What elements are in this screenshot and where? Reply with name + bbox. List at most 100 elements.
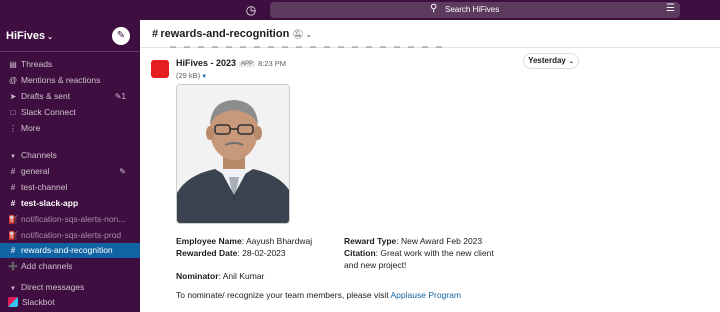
channel-title[interactable]: # rewards-and-recognition 🔕︎ ⌄ (152, 28, 312, 40)
chevron-down-icon: ⌄ (305, 32, 312, 39)
sidebar-item-label: Add channels (21, 261, 73, 271)
hash-icon: # (10, 183, 16, 192)
rewarded-date-label: Rewarded Date (176, 248, 238, 258)
clock-icon[interactable]: ◷ (244, 3, 258, 17)
sidebar-item-slack-connect[interactable]: □ Slack Connect (0, 105, 140, 120)
reward-type: New Award Feb 2023 (401, 236, 483, 246)
sidebar-item-slackbot[interactable]: Slackbot (0, 295, 140, 310)
sidebar-item-label: rewards-and-recognition (21, 245, 113, 255)
workspace-name: HiFives (6, 30, 46, 42)
sidebar-item-label: Slackbot (22, 297, 55, 307)
employee-name: Aayush Bhardwaj (245, 236, 313, 246)
reward-details-left: Employee Name: Aayush Bhardwaj Rewarded … (176, 235, 336, 259)
at-icon: @ (8, 76, 18, 85)
dm-header[interactable]: ▼ Direct messages (0, 280, 140, 295)
dm-header-label: Direct messages (21, 282, 85, 292)
sidebar-item-label: Drafts & sent (21, 91, 71, 101)
sidebar-item-label: notification-sqs-alerts-non... (21, 214, 126, 224)
reward-details-right: Reward Type: New Award Feb 2023 Citation… (344, 235, 504, 271)
rewarded-date-row: Rewarded Date: 28-02-2023 (176, 248, 286, 258)
hash-icon: # (10, 246, 16, 255)
sidebar-item-more[interactable]: ⋮ More (0, 121, 140, 136)
channel-name: rewards-and-recognition (160, 28, 290, 40)
threads-icon: ▤ (9, 60, 17, 69)
send-icon: ➤ (9, 92, 17, 101)
message-time[interactable]: 8:23 PM (258, 59, 286, 68)
employee-name-row: Employee Name: Aayush Bhardwaj (176, 236, 313, 246)
employee-name-label: Employee Name (176, 236, 242, 246)
sidebar-item-label: general (21, 166, 50, 176)
sidebar-item-test-channel[interactable]: # test-channel (0, 180, 140, 195)
sidebar-item-sqs-alerts-prod[interactable]: ⛽ notification-sqs-alerts-prod (0, 228, 140, 243)
file-size[interactable]: (29 kB)▼ (176, 71, 207, 80)
sidebar-item-test-slack-app[interactable]: # test-slack-app (0, 196, 140, 211)
sidebar-item-label: Mentions & reactions (21, 75, 101, 85)
more-icon: ⋮ (9, 124, 17, 133)
rewarded-date: 28-02-2023 (242, 248, 286, 258)
sidebar-item-label: test-slack-app (21, 198, 79, 208)
footer-text: To nominate/ recognize your team members… (176, 290, 389, 300)
channel-view: # rewards-and-recognition 🔕︎ ⌄ Yesterday ⌄ … (140, 20, 720, 312)
channels-header[interactable]: ▼ Channels (0, 148, 140, 163)
hash-icon: # (10, 199, 16, 208)
pencil-icon: ✎ (119, 167, 126, 176)
connect-icon: □ (10, 108, 16, 117)
search-placeholder: Search HiFives (445, 5, 500, 14)
clipped-previous-message (170, 46, 450, 48)
applause-program-link[interactable]: Applause Program (391, 290, 461, 300)
channels-header-label: Channels (21, 150, 57, 160)
sidebar-item-threads[interactable]: ▤ Threads (0, 57, 140, 72)
chevron-down-icon: ⌄ (568, 59, 574, 65)
sender-name[interactable]: HiFives - 2023 (176, 58, 236, 68)
sidebar-item-label: notification-sqs-alerts-prod (21, 230, 122, 240)
workspace-switcher[interactable]: HiFives ⌄ (6, 30, 53, 42)
employee-photo-illustration (177, 85, 289, 223)
sidebar-item-rewards-and-recognition[interactable]: # rewards-and-recognition (0, 243, 140, 258)
channel-header: # rewards-and-recognition 🔕︎ ⌄ (140, 20, 720, 48)
sidebar-item-drafts[interactable]: ➤ Drafts & sent ✎1 (0, 89, 140, 104)
lock-icon: ⛽ (8, 231, 18, 240)
sidebar-item-mentions[interactable]: @ Mentions & reactions (0, 73, 140, 88)
nominator-label: Nominator (176, 271, 219, 281)
message-header: HiFives - 2023 APP 8:23 PM (176, 58, 286, 68)
search-bar[interactable]: ⚲ Search HiFives ☰ (270, 2, 680, 18)
pencil-icon: ✎ (114, 92, 122, 101)
drafts-count: ✎1 (115, 89, 126, 104)
mute-bell-icon: 🔕︎ (292, 29, 304, 39)
compose-icon[interactable]: ✎ (112, 27, 130, 45)
add-channels-button[interactable]: ➕ Add channels (0, 259, 140, 274)
app-avatar[interactable] (151, 60, 169, 78)
app-badge: APP (239, 61, 256, 67)
sidebar-item-label: Threads (21, 59, 53, 69)
nominator: Anil Kumar (222, 271, 265, 281)
date-divider-button[interactable]: Yesterday ⌄ (523, 53, 579, 69)
caret-down-icon: ▼ (10, 154, 16, 160)
citation-label: Citation (344, 248, 376, 258)
sidebar-item-label: test-channel (21, 182, 68, 192)
caret-down-icon: ▼ (10, 286, 16, 292)
plus-icon: ➕ (8, 262, 18, 271)
file-size-label: (29 kB) (176, 71, 201, 80)
caret-down-icon: ▼ (201, 74, 208, 80)
sliders-icon[interactable]: ☰ (666, 3, 675, 14)
sidebar-item-label: Slack Connect (21, 107, 76, 117)
divider (0, 51, 140, 52)
sidebar-item-label: More (21, 123, 41, 133)
date-divider-label: Yesterday (528, 56, 566, 65)
employee-photo[interactable] (176, 84, 290, 224)
sidebar-item-sqs-alerts-non[interactable]: ⛽ notification-sqs-alerts-non... (0, 212, 140, 227)
citation-row: Citation: Great work with the new client… (344, 248, 494, 270)
lock-icon: ⛽ (8, 215, 18, 224)
drafts-count-value: 1 (121, 92, 126, 101)
reward-type-row: Reward Type: New Award Feb 2023 (344, 236, 483, 246)
reward-type-label: Reward Type (344, 236, 397, 246)
nominate-footer: To nominate/ recognize your team members… (176, 290, 461, 300)
nominator-row: Nominator: Anil Kumar (176, 271, 265, 281)
top-bar: ◷ ⚲ Search HiFives ☰ (0, 0, 720, 20)
slackbot-avatar (8, 297, 18, 307)
sidebar-item-general[interactable]: # general ✎ (0, 164, 140, 179)
sidebar: HiFives ⌄ ✎ ▤ Threads @ Mentions & reaction… (0, 20, 140, 312)
chevron-down-icon: ⌄ (47, 34, 54, 41)
search-icon: ⚲ (430, 3, 438, 14)
hash-icon: # (10, 167, 16, 176)
